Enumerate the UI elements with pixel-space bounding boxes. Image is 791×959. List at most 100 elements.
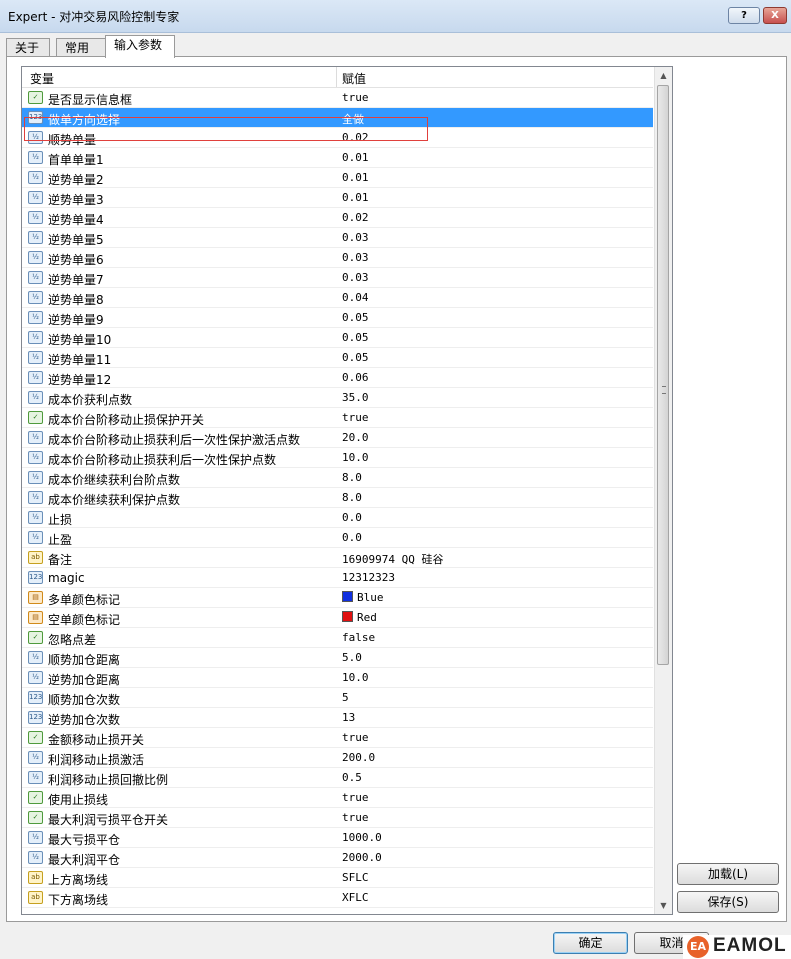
parameter-row[interactable]: ½ 顺势加仓距离 5.0 <box>22 648 653 668</box>
parameter-row[interactable]: ½ 成本价台阶移动止损获利后一次性保护激活点数 20.0 <box>22 428 653 448</box>
help-button[interactable]: ? <box>728 7 760 24</box>
parameter-row[interactable]: ✓ 使用止损线 true <box>22 788 653 808</box>
parameter-row[interactable]: ½ 逆势单量9 0.05 <box>22 308 653 328</box>
parameter-row[interactable]: ab 下方离场线 XFLC <box>22 888 653 908</box>
parameter-value[interactable]: true <box>342 791 369 804</box>
parameter-row[interactable]: ½ 逆势单量12 0.06 <box>22 368 653 388</box>
parameter-value[interactable]: 35.0 <box>342 391 369 404</box>
parameter-value[interactable]: 20.0 <box>342 431 369 444</box>
parameter-row[interactable]: ab 备注 16909974 QQ 硅谷 <box>22 548 653 568</box>
parameter-row[interactable]: ▤ 多单颜色标记 Blue <box>22 588 653 608</box>
close-button[interactable]: X <box>763 7 787 24</box>
parameter-value[interactable]: 全做 <box>342 111 364 127</box>
parameter-value[interactable]: 0.06 <box>342 371 369 384</box>
parameter-value[interactable]: 200.0 <box>342 751 375 764</box>
parameter-row[interactable]: ▤ 空单颜色标记 Red <box>22 608 653 628</box>
parameter-row[interactable]: ½ 利润移动止损激活 200.0 <box>22 748 653 768</box>
parameter-value[interactable]: 13 <box>342 711 355 724</box>
parameter-value[interactable]: 0.0 <box>342 531 362 544</box>
parameter-value[interactable]: SFLC <box>342 871 369 884</box>
save-button[interactable]: 保存(S) <box>677 891 779 913</box>
parameter-row[interactable]: ½ 首单单量1 0.01 <box>22 148 653 168</box>
parameter-row[interactable]: ½ 逆势加仓距离 10.0 <box>22 668 653 688</box>
parameter-value[interactable]: 0.01 <box>342 191 369 204</box>
parameter-value[interactable]: 0.03 <box>342 271 369 284</box>
parameter-row[interactable]: ✓ 金额移动止损开关 true <box>22 728 653 748</box>
parameter-row[interactable]: ½ 成本价获利点数 35.0 <box>22 388 653 408</box>
parameter-row[interactable]: ½ 逆势单量3 0.01 <box>22 188 653 208</box>
parameter-row[interactable]: ✓ 忽略点差 false <box>22 628 653 648</box>
scrollbar-thumb[interactable] <box>657 85 669 665</box>
parameter-value[interactable]: 16909974 QQ 硅谷 <box>342 551 443 567</box>
parameter-value[interactable]: 0.02 <box>342 131 369 144</box>
parameter-value[interactable]: 0.05 <box>342 311 369 324</box>
parameter-row[interactable]: 123 做单方向选择 全做 <box>22 108 653 128</box>
parameter-value[interactable]: 0.01 <box>342 151 369 164</box>
parameter-value[interactable]: 0.02 <box>342 211 369 224</box>
parameter-value[interactable]: 0.03 <box>342 231 369 244</box>
parameter-value[interactable]: true <box>342 91 369 104</box>
parameter-row[interactable]: ✓ 是否显示信息框 true <box>22 88 653 108</box>
parameter-value[interactable]: 0.0 <box>342 511 362 524</box>
parameter-row[interactable]: ½ 逆势单量5 0.03 <box>22 228 653 248</box>
column-header-variable[interactable]: 变量 <box>30 70 54 87</box>
parameter-row[interactable]: ½ 成本价继续获利台阶点数 8.0 <box>22 468 653 488</box>
parameter-value[interactable]: true <box>342 731 369 744</box>
parameter-row[interactable]: ½ 止损 0.0 <box>22 508 653 528</box>
tab-about[interactable]: 关于 <box>6 38 50 57</box>
tab-common[interactable]: 常用 <box>56 38 106 57</box>
parameter-value[interactable]: 12312323 <box>342 571 395 584</box>
parameter-value[interactable]: 0.5 <box>342 771 362 784</box>
parameter-value[interactable]: true <box>342 811 369 824</box>
tab-input-parameters[interactable]: 输入参数 <box>105 35 175 58</box>
parameter-value[interactable]: 0.04 <box>342 291 369 304</box>
parameter-row[interactable]: ✓ 成本价台阶移动止损保护开关 true <box>22 408 653 428</box>
parameter-type-int-icon: 123 <box>28 691 43 704</box>
parameter-row[interactable]: ½ 逆势单量2 0.01 <box>22 168 653 188</box>
parameter-value[interactable]: 8.0 <box>342 491 362 504</box>
parameter-row[interactable]: ½ 利润移动止损回撤比例 0.5 <box>22 768 653 788</box>
parameter-row[interactable]: ½ 逆势单量6 0.03 <box>22 248 653 268</box>
parameter-value[interactable]: XFLC <box>342 891 369 904</box>
parameter-type-num-icon: ½ <box>28 171 43 184</box>
vertical-scrollbar[interactable]: ▲ ▼ <box>654 67 672 914</box>
parameter-value[interactable]: 8.0 <box>342 471 362 484</box>
parameter-value[interactable]: 10.0 <box>342 451 369 464</box>
parameter-value[interactable]: true <box>342 411 369 424</box>
parameter-value[interactable]: 2000.0 <box>342 851 382 864</box>
title-bar[interactable]: Expert - 对冲交易风险控制专家 ? X <box>0 0 791 33</box>
parameter-row[interactable]: ½ 逆势单量7 0.03 <box>22 268 653 288</box>
parameter-value[interactable]: Red <box>342 611 377 624</box>
load-button[interactable]: 加载(L) <box>677 863 779 885</box>
parameter-row[interactable]: ½ 顺势单量 0.02 <box>22 128 653 148</box>
parameter-row[interactable]: 123 顺势加仓次数 5 <box>22 688 653 708</box>
parameter-value[interactable]: false <box>342 631 375 644</box>
parameter-value[interactable]: 10.0 <box>342 671 369 684</box>
parameter-row[interactable]: ½ 逆势单量10 0.05 <box>22 328 653 348</box>
scroll-down-arrow-icon[interactable]: ▼ <box>655 897 672 914</box>
parameter-value[interactable]: 0.05 <box>342 331 369 344</box>
column-header-value[interactable]: 赋值 <box>342 70 366 87</box>
parameter-row[interactable]: ½ 逆势单量8 0.04 <box>22 288 653 308</box>
parameter-row[interactable]: ✓ 最大利润亏损平仓开关 true <box>22 808 653 828</box>
parameter-row[interactable]: 123 magic 12312323 <box>22 568 653 588</box>
parameter-row[interactable]: ab 上方离场线 SFLC <box>22 868 653 888</box>
parameter-row[interactable]: ½ 成本价台阶移动止损获利后一次性保护点数 10.0 <box>22 448 653 468</box>
parameter-value[interactable]: 1000.0 <box>342 831 382 844</box>
parameter-value[interactable]: 0.03 <box>342 251 369 264</box>
column-divider[interactable] <box>336 67 337 87</box>
parameter-value[interactable]: Blue <box>342 591 384 604</box>
parameter-row[interactable]: ½ 逆势单量4 0.02 <box>22 208 653 228</box>
parameter-row[interactable]: ½ 最大亏损平仓 1000.0 <box>22 828 653 848</box>
parameter-value[interactable]: 0.05 <box>342 351 369 364</box>
parameter-row[interactable]: ½ 止盈 0.0 <box>22 528 653 548</box>
parameter-value[interactable]: 5.0 <box>342 651 362 664</box>
parameter-row[interactable]: ½ 成本价继续获利保护点数 8.0 <box>22 488 653 508</box>
scroll-up-arrow-icon[interactable]: ▲ <box>655 67 672 84</box>
ok-button[interactable]: 确定 <box>553 932 628 954</box>
parameter-value[interactable]: 0.01 <box>342 171 369 184</box>
parameter-row[interactable]: ½ 逆势单量11 0.05 <box>22 348 653 368</box>
parameter-value[interactable]: 5 <box>342 691 349 704</box>
parameter-row[interactable]: ½ 最大利润平仓 2000.0 <box>22 848 653 868</box>
parameter-row[interactable]: 123 逆势加仓次数 13 <box>22 708 653 728</box>
